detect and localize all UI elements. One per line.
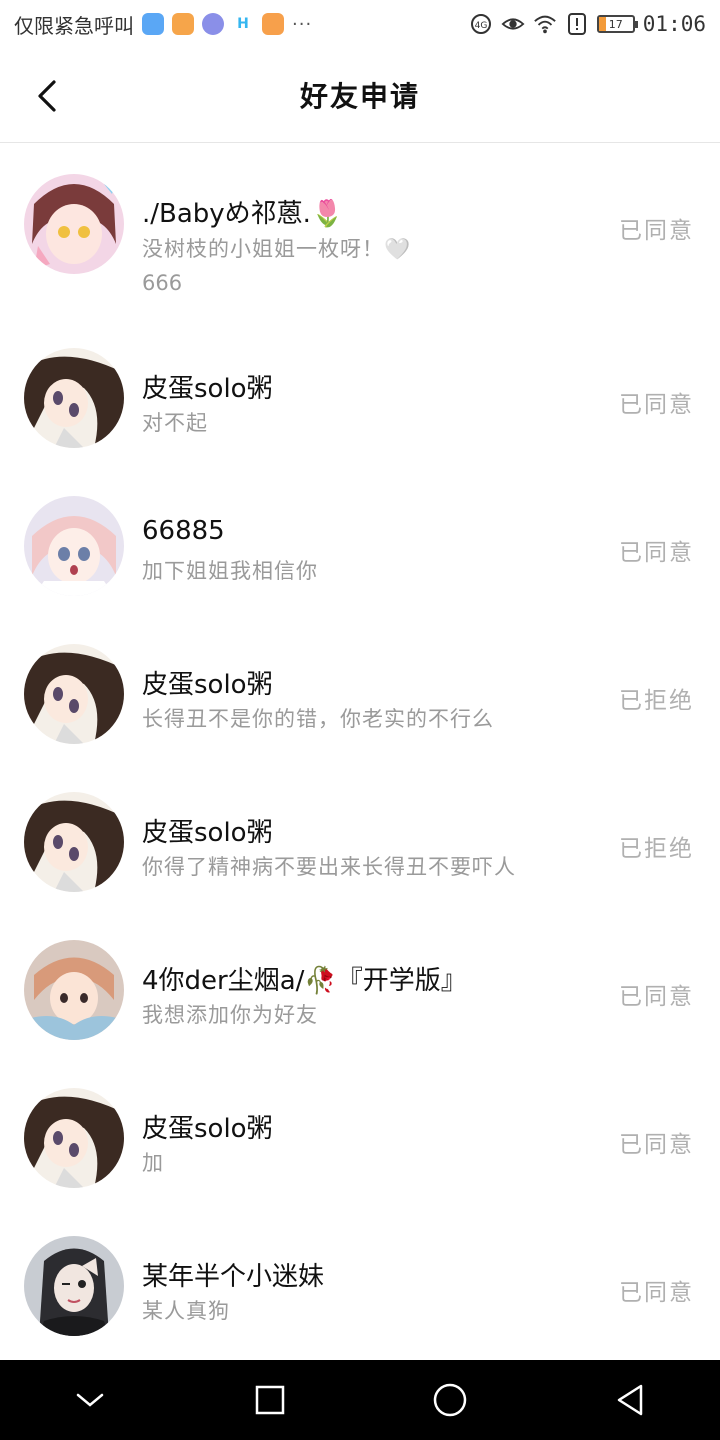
request-message-extra: 666 xyxy=(142,271,183,295)
back-button[interactable] xyxy=(30,78,66,114)
clock: 01:06 xyxy=(642,12,706,36)
nav-recent-button[interactable] xyxy=(240,1370,300,1430)
list-item[interactable]: 66885 加下姐姐我相信你 已同意 xyxy=(0,471,720,619)
battery-text: 17 xyxy=(608,17,623,31)
request-message: 长得丑不是你的错，你老实的不行么 xyxy=(142,707,494,731)
request-message: 没树枝的小姐姐一枚呀！🤍 xyxy=(142,237,412,261)
status-badge: 已同意 xyxy=(619,1132,694,1158)
applicant-name: 皮蛋solo粥 xyxy=(142,1114,273,1144)
list-item[interactable]: 皮蛋solo粥 对不起 已同意 xyxy=(0,323,720,471)
status-badge: 已同意 xyxy=(619,540,694,566)
page-header: 好友申请 xyxy=(0,48,720,143)
applicant-name: 皮蛋solo粥 xyxy=(142,818,273,848)
more-notifications-icon: ··· xyxy=(292,13,313,35)
applicant-name: 皮蛋solo粥 xyxy=(142,670,273,700)
chevron-left-icon[interactable] xyxy=(30,78,66,114)
avatar[interactable] xyxy=(24,1236,124,1336)
applicant-name: ./Babyめ祁蒽.🌷 xyxy=(142,199,344,229)
nav-home-button[interactable] xyxy=(420,1370,480,1430)
status-badge: 已同意 xyxy=(619,1280,694,1306)
avatar[interactable] xyxy=(24,644,124,744)
nav-recent-square-icon[interactable] xyxy=(254,1384,286,1416)
app-icon-gift xyxy=(172,13,194,35)
page-title: 好友申请 xyxy=(299,80,420,113)
avatar[interactable] xyxy=(24,496,124,596)
system-navigation-bar xyxy=(0,1360,720,1440)
sim-alert-icon xyxy=(565,12,589,36)
list-item[interactable]: 皮蛋solo粥 你得了精神病不要出来长得丑不要吓人 已拒绝 xyxy=(0,767,720,915)
status-badge: 已同意 xyxy=(619,984,694,1010)
avatar[interactable] xyxy=(24,174,124,274)
status-badge: 已拒绝 xyxy=(619,688,694,714)
status-badge: 已拒绝 xyxy=(619,836,694,862)
applicant-name: 66885 xyxy=(142,516,225,546)
list-item[interactable]: ./Babyめ祁蒽.🌷 没树枝的小姐姐一枚呀！🤍 666 已同意 xyxy=(0,143,720,323)
applicant-name: 某年半个小迷妹 xyxy=(142,1262,325,1292)
request-message: 对不起 xyxy=(142,411,208,435)
list-item[interactable]: 4你der尘烟a/🥀『开学版』 我想添加你为好友 已同意 xyxy=(0,915,720,1063)
request-message: 加 xyxy=(142,1151,164,1175)
svg-text:4G: 4G xyxy=(474,21,487,31)
status-bar: 仅限紧急呼叫 H ··· 4G 17 01:06 xyxy=(0,0,720,48)
request-message: 我想添加你为好友 xyxy=(142,1003,318,1027)
nav-collapse-button[interactable] xyxy=(60,1370,120,1430)
avatar[interactable] xyxy=(24,940,124,1040)
status-badge: 已同意 xyxy=(619,218,694,244)
status-badge: 已同意 xyxy=(619,392,694,418)
list-item[interactable]: 皮蛋solo粥 加 已同意 xyxy=(0,1063,720,1211)
avatar[interactable] xyxy=(24,792,124,892)
avatar[interactable] xyxy=(24,1088,124,1188)
applicant-name: 皮蛋solo粥 xyxy=(142,374,273,404)
request-message: 某人真狗 xyxy=(142,1299,230,1323)
app-icon-hi: H xyxy=(237,16,249,32)
nav-collapse-chevron-icon[interactable] xyxy=(75,1390,105,1410)
applicant-name: 4你der尘烟a/🥀『开学版』 xyxy=(142,966,467,996)
carrier-text: 仅限紧急呼叫 xyxy=(14,13,134,38)
status-right: 4G 17 01:06 xyxy=(469,12,706,36)
nav-back-button[interactable] xyxy=(600,1370,660,1430)
app-icon-video xyxy=(262,13,284,35)
list-item[interactable]: 皮蛋solo粥 长得丑不是你的错，你老实的不行么 已拒绝 xyxy=(0,619,720,767)
wifi-icon xyxy=(533,12,557,36)
avatar[interactable] xyxy=(24,348,124,448)
eye-comfort-icon xyxy=(501,12,525,36)
request-message: 加下姐姐我相信你 xyxy=(142,559,318,583)
data-saver-icon: 4G xyxy=(469,12,493,36)
battery-icon: 17 xyxy=(596,15,638,33)
request-message: 你得了精神病不要出来长得丑不要吓人 xyxy=(142,855,516,879)
nav-home-circle-icon[interactable] xyxy=(432,1382,468,1418)
app-icon-security xyxy=(142,13,164,35)
nav-back-triangle-icon[interactable] xyxy=(614,1383,646,1417)
app-icon-music xyxy=(202,13,224,35)
status-left: 仅限紧急呼叫 H ··· xyxy=(14,10,312,39)
list-item[interactable]: 某年半个小迷妹 某人真狗 已同意 xyxy=(0,1211,720,1359)
